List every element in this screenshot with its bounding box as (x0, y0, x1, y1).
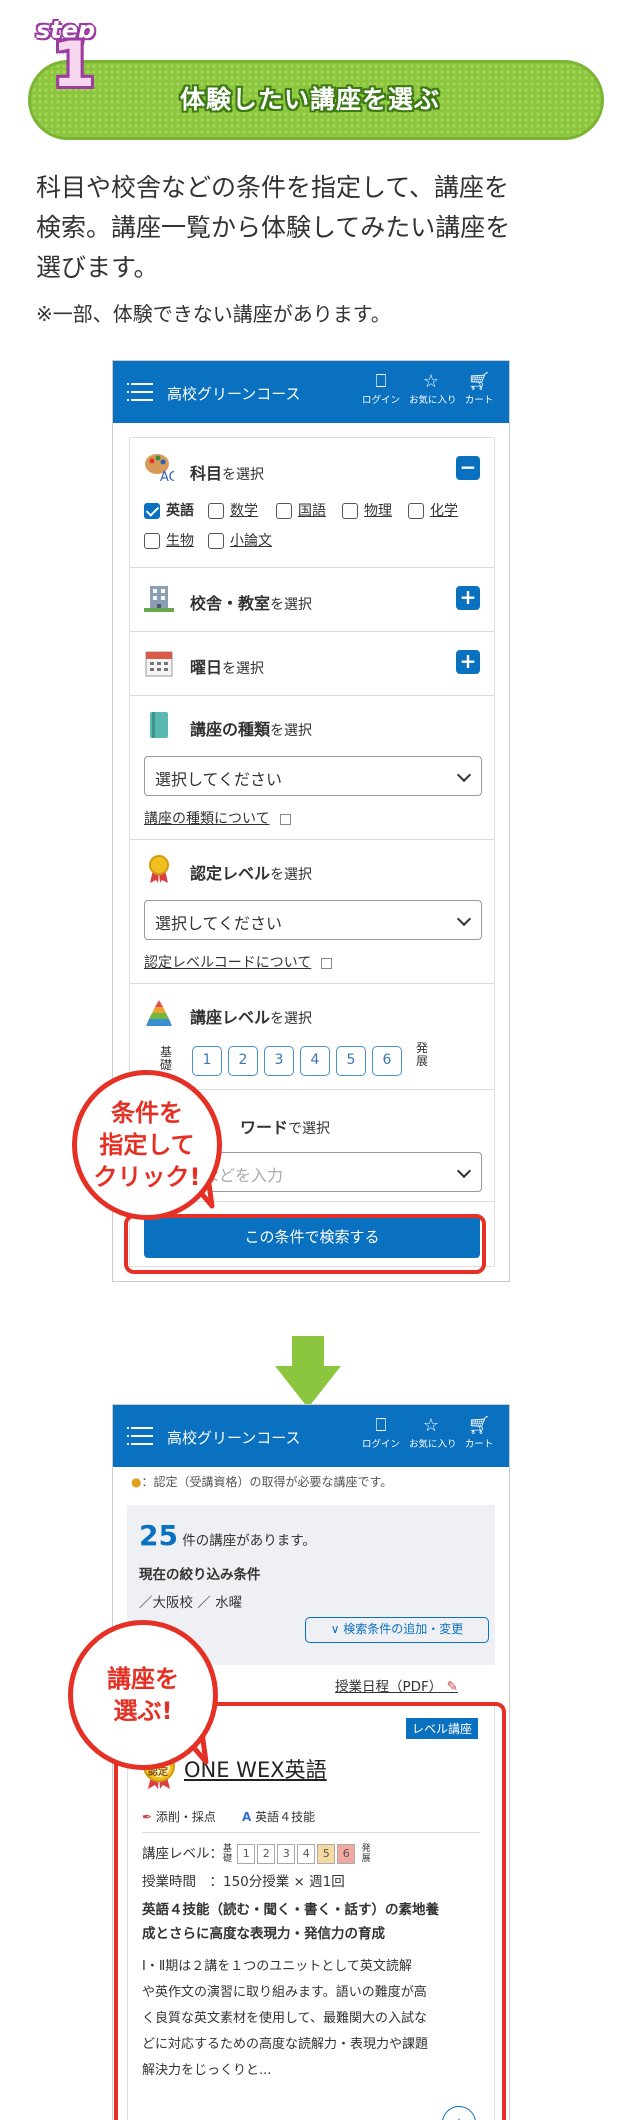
cart-button[interactable]: 🛒︎ カート (457, 371, 501, 407)
collapse-subject-button[interactable]: − (456, 456, 480, 480)
intro-line: 科目や校舎などの条件を指定して、講座を (36, 173, 510, 202)
day-section[interactable]: 曜日を選択 + (130, 632, 494, 696)
award-medal-icon: ● (131, 1475, 142, 1489)
expand-day-button[interactable]: + (456, 650, 480, 674)
subject-option-japanese[interactable]: 国語 (276, 500, 326, 520)
cert-level-select[interactable]: 選択してください (144, 900, 482, 940)
lock-icon: ⎕ (375, 371, 387, 392)
cert-note: ●：認定（受講資格）の取得が必要な講座です。 (131, 1475, 393, 1489)
subject-section: AC 科目を選択 − 英語 数学 国語 物理 化学 生物 小論文 (130, 438, 494, 568)
cart-button[interactable]: 🛒︎ カート (457, 1415, 501, 1451)
checkbox-icon (208, 533, 224, 549)
chevron-down-icon: ∨ (330, 1622, 344, 1636)
filter-label: 現在の絞り込み条件 (139, 1567, 261, 1583)
menu-icon[interactable] (127, 383, 153, 401)
level-2-button[interactable]: 2 (228, 1046, 258, 1076)
callout-line: クリック! (93, 1163, 201, 1191)
subject-title: 科目を選択 (190, 464, 265, 483)
external-link-icon (279, 813, 291, 825)
favorites-button[interactable]: ☆ お気に入り (409, 371, 457, 407)
menu-icon[interactable] (127, 1427, 153, 1445)
intro-line: 検索。講座一覧から体験してみたい講座を (36, 213, 511, 242)
building-icon (144, 586, 174, 612)
award-medal-icon (149, 855, 169, 883)
step-number: 1 (52, 28, 96, 101)
level-6-button[interactable]: 6 (372, 1046, 402, 1076)
checkbox-icon (408, 503, 424, 519)
palette-icon: AC (145, 454, 174, 482)
cert-level-section: 認定レベルを選択 選択してください 認定レベルコードについて (130, 840, 494, 984)
course-type-section: 講座の種類を選択 選択してください 講座の種類について (130, 696, 494, 840)
star-icon: ☆ (422, 371, 440, 392)
intro-text: 科目や校舎などの条件を指定して、講座を 検索。講座一覧から体験してみたい講座を … (36, 168, 596, 288)
calendar-icon (145, 651, 173, 677)
favorites-button[interactable]: ☆ お気に入り (409, 1415, 457, 1451)
highlight-frame (124, 1214, 486, 1274)
star-icon: ☆ (422, 1415, 440, 1436)
level-4-button[interactable]: 4 (300, 1046, 330, 1076)
school-section[interactable]: 校舎・教室を選択 + (130, 568, 494, 632)
day-title: 曜日を選択 (190, 658, 265, 677)
arrow-down-icon (275, 1336, 341, 1408)
course-level-title: 講座レベルを選択 (190, 1008, 313, 1027)
callout-line: 指定して (99, 1131, 195, 1159)
app-header: 高校グリーンコース ⎕ ログイン ☆ お気に入り 🛒︎ カート (113, 1405, 509, 1467)
intro-line: 選びます。 (36, 253, 159, 282)
app-title: 高校グリーンコース (167, 385, 301, 403)
subject-option-physics[interactable]: 物理 (342, 500, 392, 520)
pdf-icon: ✎ (446, 1679, 458, 1695)
subject-option-chemistry[interactable]: 化学 (408, 500, 458, 520)
app-title: 高校グリーンコース (167, 1429, 301, 1447)
checkbox-icon (342, 503, 358, 519)
book-icon (150, 712, 168, 738)
school-title: 校舎・教室を選択 (190, 594, 313, 613)
filter-value: ／大阪校 ／ 水曜 (139, 1595, 243, 1611)
callout-line: 講座を (107, 1665, 179, 1693)
callout-click-bubble: 条件を指定してクリック! (72, 1070, 222, 1220)
step-banner: 体験したい講座を選ぶ step 1 (20, 16, 604, 140)
subject-option-essay[interactable]: 小論文 (208, 530, 272, 550)
pyramid-icon (146, 1000, 172, 1026)
lock-icon: ⎕ (375, 1415, 387, 1436)
checkbox-icon (144, 533, 160, 549)
banner-title: 体験したい講座を選ぶ (179, 85, 440, 114)
checkbox-icon (276, 503, 292, 519)
cart-icon: 🛒︎ (467, 371, 491, 392)
course-type-select[interactable]: 選択してください (144, 756, 482, 796)
result-count: 25 件の講座があります。 (139, 1519, 316, 1552)
intro-note: ※一部、体験できない講座があります。 (36, 302, 391, 326)
expand-school-button[interactable]: + (456, 586, 480, 610)
external-link-icon (321, 957, 333, 969)
cert-level-title: 認定レベルを選択 (190, 864, 313, 883)
app-header: 高校グリーンコース ⎕ ログイン ☆ お気に入り 🛒︎ カート (113, 361, 509, 423)
checkbox-icon (208, 503, 224, 519)
subject-option-biology[interactable]: 生物 (144, 530, 194, 550)
schedule-pdf-link[interactable]: 授業日程（PDF） ✎ (335, 1675, 458, 1695)
cert-level-info-link[interactable]: 認定レベルコードについて (144, 952, 333, 972)
level-high-label: 発展 (416, 1041, 429, 1068)
level-1-button[interactable]: 1 (192, 1046, 222, 1076)
login-button[interactable]: ⎕ ログイン (359, 371, 403, 407)
callout-select-bubble: 講座を選ぶ! (68, 1620, 218, 1770)
level-5-button[interactable]: 5 (336, 1046, 366, 1076)
course-type-title: 講座の種類を選択 (190, 720, 313, 739)
cart-icon: 🛒︎ (467, 1415, 491, 1436)
subject-option-math[interactable]: 数学 (208, 500, 258, 520)
login-button[interactable]: ⎕ ログイン (359, 1415, 403, 1451)
checkbox-checked-icon (144, 503, 160, 519)
svg-text:AC: AC (160, 470, 174, 482)
keyword-title: ワードで選択 (240, 1118, 331, 1137)
course-type-info-link[interactable]: 講座の種類について (144, 808, 291, 828)
subject-option-english[interactable]: 英語 (144, 500, 194, 520)
level-low-label: 基礎 (160, 1045, 173, 1072)
modify-search-button[interactable]: ∨ 検索条件の追加・変更 (305, 1617, 489, 1643)
callout-line: 選ぶ! (113, 1697, 173, 1725)
callout-line: 条件を (110, 1099, 183, 1127)
level-3-button[interactable]: 3 (264, 1046, 294, 1076)
